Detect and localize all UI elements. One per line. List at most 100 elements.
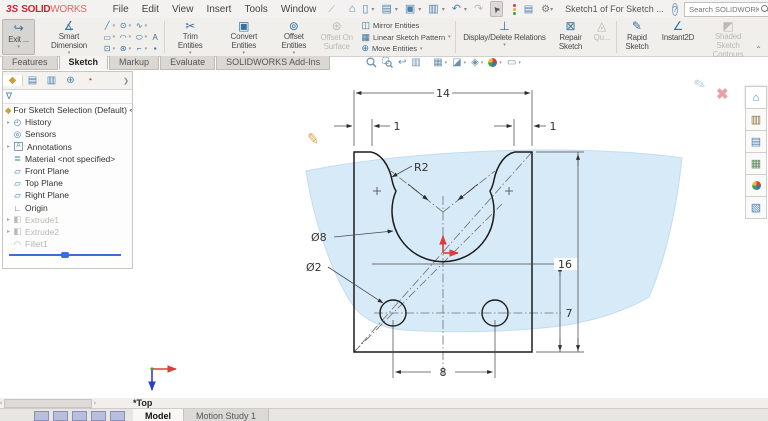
print-caret-icon[interactable]: ▾ [442, 6, 445, 13]
tree-item-history[interactable]: ▸ ◴ History [3, 116, 132, 128]
rollback-bar[interactable] [9, 254, 121, 256]
open-icon[interactable]: ▤ [381, 4, 391, 15]
expand-arrow-icon[interactable]: ▸ [5, 228, 12, 235]
cancel-sketch-icon[interactable]: ✖ [716, 85, 729, 103]
pin-icon[interactable]: ⟋ [328, 4, 334, 15]
rectangle-tool-icon[interactable]: ▭ [103, 33, 112, 42]
feature-tree-tab-icon[interactable]: ◆ [3, 75, 23, 86]
panel-expand-icon[interactable]: ❯ [123, 77, 132, 85]
exit-sketch-button[interactable]: ↪ Exit ... ▾ [2, 19, 35, 55]
tree-item-origin[interactable]: ∟ Origin [3, 202, 132, 214]
repair-sketch-button[interactable]: ⊠ Repair Sketch [551, 18, 589, 56]
view-orientation-caret-icon[interactable]: ▾ [445, 60, 448, 66]
zoom-to-area-icon[interactable] [382, 57, 393, 68]
smart-dimension-button[interactable]: ∡ Smart Dimension ▾ [37, 18, 100, 56]
scroll-left-icon[interactable]: ‹ [0, 400, 2, 407]
custom-properties-icon[interactable]: ▧ [745, 197, 767, 219]
tab-sketch[interactable]: Sketch [59, 56, 109, 70]
horizontal-scrollbar[interactable]: ‹ › [0, 399, 96, 408]
quick-snaps-button[interactable]: ◬ Qu... [590, 18, 614, 56]
menu-edit[interactable]: Edit [142, 4, 159, 15]
tab-model[interactable]: Model [133, 409, 184, 421]
options-gear-icon[interactable]: ⚙ [541, 4, 550, 15]
design-library-icon[interactable]: ▥ [745, 109, 767, 131]
expand-arrow-icon[interactable]: ▸ [5, 143, 12, 150]
tree-item-annotations[interactable]: ▸ A Annotations [3, 141, 132, 153]
save-icon[interactable]: ▣ [405, 4, 415, 15]
offset-entities-button[interactable]: ⊚ Offset Entities ▾ [274, 18, 314, 56]
tree-filter[interactable]: ∇ [3, 90, 132, 104]
hide-show-caret-icon[interactable]: ▾ [481, 60, 484, 66]
tree-root[interactable]: ◆ For Sketch Selection (Default) <<Def [3, 104, 132, 116]
display-style-icon[interactable]: ◪ [452, 57, 461, 68]
tree-item-top-plane[interactable]: ▱ Top Plane [3, 177, 132, 189]
file-explorer-icon[interactable]: ▤ [745, 131, 767, 153]
line-tool-icon[interactable]: ╱ [103, 21, 112, 30]
arc-tool-icon[interactable]: ◠ [119, 33, 128, 42]
slot-tool-icon[interactable]: ⊡ [103, 44, 112, 53]
tree-item-front-plane[interactable]: ▱ Front Plane [3, 165, 132, 177]
instant2d-button[interactable]: ∠ Instant2D [655, 18, 701, 56]
menu-window[interactable]: Window [281, 4, 317, 15]
fillet-tool-icon[interactable]: ⌐ [135, 44, 144, 53]
collapse-ribbon-chevron-icon[interactable]: ⌃ [755, 45, 768, 56]
move-entities-button[interactable]: ⊕ Move Entities ▾ [361, 43, 450, 54]
scroll-right-icon[interactable]: › [94, 400, 96, 407]
expand-arrow-icon[interactable]: ▸ [5, 216, 12, 223]
search-input[interactable] [687, 4, 761, 15]
view-settings-caret-icon[interactable]: ▾ [518, 60, 521, 66]
appearance-caret-icon[interactable]: ▾ [499, 60, 502, 66]
select-tool[interactable]: ➤▾ [490, 1, 503, 17]
configuration-manager-tab-icon[interactable]: ▥ [42, 75, 61, 86]
search-icon[interactable] [761, 5, 768, 13]
menu-file[interactable]: File [113, 4, 129, 15]
open-caret-icon[interactable]: ▾ [395, 6, 398, 13]
property-manager-tab-icon[interactable]: ▤ [23, 75, 42, 86]
new-document-icon[interactable]: ▯ [362, 4, 368, 15]
display-delete-caret-icon[interactable]: ▾ [503, 42, 506, 48]
linear-pattern-caret-icon[interactable]: ▾ [448, 34, 451, 40]
tab-evaluate[interactable]: Evaluate [160, 56, 215, 70]
trim-entities-button[interactable]: ✂ Trim Entities ▾ [167, 18, 214, 56]
exit-caret-icon[interactable]: ▾ [17, 44, 20, 50]
appearances-icon[interactable] [745, 175, 767, 197]
text-tool-icon[interactable]: A [151, 33, 160, 42]
section-view-icon[interactable]: ▥ [411, 57, 420, 68]
confirm-sketch-icon[interactable]: ✎ [692, 75, 708, 94]
tree-item-right-plane[interactable]: ▱ Right Plane [3, 189, 132, 201]
menu-insert[interactable]: Insert [206, 4, 231, 15]
convert-entities-button[interactable]: ▣ Convert Entities ▾ [214, 18, 274, 56]
mirror-entities-button[interactable]: ◫ Mirror Entities [361, 20, 450, 31]
file-properties-icon[interactable]: ▤ [524, 4, 533, 15]
help-circle-icon[interactable]: ? [672, 3, 678, 16]
display-delete-relations-button[interactable]: ⊥ Display/Delete Relations ▾ [458, 18, 552, 56]
tab-markup[interactable]: Markup [109, 56, 159, 70]
tree-item-extrude2[interactable]: ▸ ◧ Extrude2 [3, 226, 132, 238]
view-orientation-icon[interactable]: ▦ [433, 57, 442, 68]
expand-arrow-icon[interactable]: ▸ [5, 119, 12, 126]
linear-sketch-pattern-button[interactable]: ▦ Linear Sketch Pattern ▾ [361, 32, 450, 43]
display-style-caret-icon[interactable]: ▾ [464, 60, 467, 66]
view-settings-icon[interactable]: ▭ [507, 57, 516, 68]
search-box[interactable]: ▾ [684, 2, 768, 17]
dimxpert-tab-icon[interactable]: ⊕ [61, 75, 80, 86]
view-palette-icon[interactable]: ▦ [745, 153, 767, 175]
tree-item-sensors[interactable]: ◎ Sensors [3, 128, 132, 140]
polygon-tool-icon[interactable]: ⊛ [119, 44, 128, 53]
tree-item-material[interactable]: ≣ Material <not specified> [3, 153, 132, 165]
tree-item-fillet1[interactable]: ◠ Fillet1 [3, 238, 132, 250]
tree-item-extrude1[interactable]: ▸ ◧ Extrude1 [3, 214, 132, 226]
undo-icon[interactable]: ↶ [452, 4, 461, 15]
ellipse-tool-icon[interactable]: ⬭ [135, 33, 144, 42]
rebuild-traffic-light-icon[interactable] [513, 4, 516, 15]
tab-motion-study[interactable]: Motion Study 1 [184, 409, 269, 421]
previous-view-icon[interactable]: ↩ [398, 57, 406, 68]
home-icon[interactable]: ⌂ [349, 4, 356, 15]
scrollbar-thumb[interactable] [4, 399, 91, 408]
print-icon[interactable]: ▥ [428, 4, 438, 15]
move-caret-icon[interactable]: ▾ [420, 46, 423, 52]
undo-caret-icon[interactable]: ▾ [464, 6, 467, 13]
menu-view[interactable]: View [172, 4, 194, 15]
tab-solidworks-addins[interactable]: SOLIDWORKS Add-Ins [216, 56, 330, 70]
redo-icon[interactable]: ↷ [474, 4, 483, 15]
